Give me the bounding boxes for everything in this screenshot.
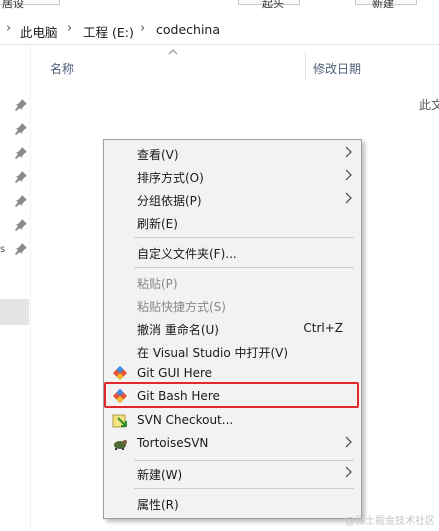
chevron-right-icon[interactable]: › <box>67 21 72 36</box>
submenu-arrow-icon <box>345 466 352 478</box>
menu-item-paste[interactable]: 粘贴(P) <box>104 271 361 294</box>
nav-item-selected[interactable] <box>0 299 29 325</box>
pin-icon[interactable] <box>14 122 28 136</box>
pin-icon[interactable] <box>14 170 28 184</box>
pin-icon[interactable] <box>14 146 28 160</box>
menu-item-label: 粘贴(P) <box>137 277 178 291</box>
sort-arrow-icon <box>168 49 178 55</box>
menu-item-shortcut: Ctrl+Z <box>303 321 343 335</box>
submenu-arrow-icon <box>345 436 352 448</box>
pin-icon[interactable] <box>14 194 28 208</box>
ribbon-fragment-right: 新建 <box>372 0 394 10</box>
breadcrumb-item-codechina[interactable]: codechina <box>156 22 220 37</box>
menu-item-label: 在 Visual Studio 中打开(V) <box>137 346 289 360</box>
menu-item-label: SVN Checkout... <box>137 413 234 427</box>
column-separator[interactable] <box>305 52 306 80</box>
chevron-right-icon[interactable]: › <box>140 21 145 36</box>
column-header-date-modified[interactable]: 修改日期 <box>313 60 361 77</box>
pin-icon[interactable] <box>14 242 28 256</box>
menu-item-paste-shortcut[interactable]: 粘贴快捷方式(S) <box>104 294 361 317</box>
menu-item-group-by[interactable]: 分组依据(P) <box>104 188 361 211</box>
submenu-arrow-icon <box>345 146 352 158</box>
menu-separator <box>134 237 354 238</box>
ribbon-fragment-mid: 起头 <box>262 0 284 10</box>
menu-item-label: 属性(R) <box>137 498 179 512</box>
menu-item-label: 自定义文件夹(F)... <box>137 247 237 261</box>
menu-item-tortoisesvn[interactable]: TortoiseSVN <box>104 432 361 455</box>
menu-item-open-in-visual-studio[interactable]: 在 Visual Studio 中打开(V) <box>104 340 361 363</box>
menu-separator <box>134 267 354 268</box>
menu-item-label: 刷新(E) <box>137 217 178 231</box>
menu-item-refresh[interactable]: 刷新(E) <box>104 211 361 234</box>
menu-separator <box>134 488 354 489</box>
menu-item-label: TortoiseSVN <box>137 436 209 450</box>
breadcrumb-item-drive-e[interactable]: 工程 (E:) <box>83 22 134 41</box>
svn-checkout-icon <box>112 414 127 428</box>
chevron-right-icon[interactable]: › <box>6 21 11 36</box>
menu-item-view[interactable]: 查看(V) <box>104 142 361 165</box>
nav-item-fragment: s <box>0 244 6 255</box>
menu-item-label: 分组依据(P) <box>137 194 202 208</box>
menu-item-sort-by[interactable]: 排序方式(O) <box>104 165 361 188</box>
address-bar[interactable]: › 此电脑 › 工程 (E:) › codechina <box>0 14 439 45</box>
submenu-arrow-icon <box>345 192 352 204</box>
column-header-name[interactable]: 名称 <box>50 60 74 77</box>
menu-item-label: 撤消 重命名(U) <box>137 323 219 337</box>
menu-item-label: 粘贴快捷方式(S) <box>137 300 226 314</box>
menu-item-customize-folder[interactable]: 自定义文件夹(F)... <box>104 241 361 264</box>
watermark: @稀土掘金技术社区 <box>345 516 435 527</box>
breadcrumb-item-this-pc[interactable]: 此电脑 <box>20 22 58 41</box>
menu-item-label: 新建(W) <box>137 468 183 482</box>
ribbon-fragment-left: 居设 <box>2 0 24 10</box>
menu-item-svn-checkout[interactable]: SVN Checkout... <box>104 409 361 432</box>
menu-item-label: Git GUI Here <box>137 366 213 380</box>
menu-item-label: 查看(V) <box>137 148 179 162</box>
menu-item-label: 排序方式(O) <box>137 171 204 185</box>
menu-separator <box>134 460 354 461</box>
menu-item-new[interactable]: 新建(W) <box>104 462 361 485</box>
highlight-box <box>104 382 359 408</box>
empty-folder-message: 此文 <box>419 98 439 112</box>
tortoisesvn-icon <box>114 440 127 450</box>
menu-item-undo-rename[interactable]: 撤消 重命名(U) Ctrl+Z <box>104 317 361 340</box>
context-menu: 查看(V) 排序方式(O) 分组依据(P) 刷新(E) 自定义文件夹(F)...… <box>103 139 362 519</box>
pin-icon[interactable] <box>14 98 28 112</box>
nav-pane-border <box>30 44 31 531</box>
menu-item-properties[interactable]: 属性(R) <box>104 492 361 515</box>
submenu-arrow-icon <box>345 169 352 181</box>
git-icon <box>112 365 128 381</box>
pin-icon[interactable] <box>14 218 28 232</box>
